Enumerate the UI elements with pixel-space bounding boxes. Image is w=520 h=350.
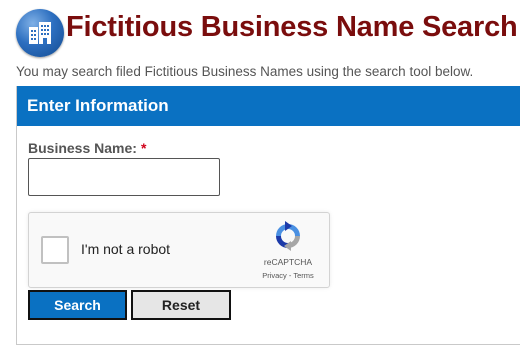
- recaptcha-icon: [276, 221, 300, 251]
- building-icon: [29, 22, 51, 44]
- recaptcha-widget: I'm not a robot reCAPTCHA Privacy - Term…: [28, 212, 330, 288]
- search-form-panel: Enter Information Business Name: * I'm no…: [16, 86, 520, 345]
- page-title: Fictitious Business Name Search: [66, 11, 518, 43]
- business-name-input[interactable]: [28, 158, 220, 196]
- building-logo-icon: [16, 9, 64, 57]
- recaptcha-prompt: I'm not a robot: [81, 241, 171, 257]
- recaptcha-checkbox[interactable]: [41, 236, 69, 264]
- page-subtitle: You may search filed Fictitious Business…: [16, 64, 474, 79]
- business-name-label: Business Name: *: [28, 140, 146, 156]
- recaptcha-terms-link[interactable]: Terms: [293, 271, 313, 280]
- required-marker: *: [140, 140, 147, 156]
- panel-heading: Enter Information: [17, 86, 520, 126]
- recaptcha-privacy-link[interactable]: Privacy: [262, 271, 287, 280]
- business-name-label-text: Business Name:: [28, 140, 137, 156]
- recaptcha-brand: reCAPTCHA: [263, 257, 313, 267]
- search-button[interactable]: Search: [28, 290, 127, 320]
- recaptcha-links: Privacy - Terms: [253, 271, 323, 280]
- reset-button[interactable]: Reset: [131, 290, 231, 320]
